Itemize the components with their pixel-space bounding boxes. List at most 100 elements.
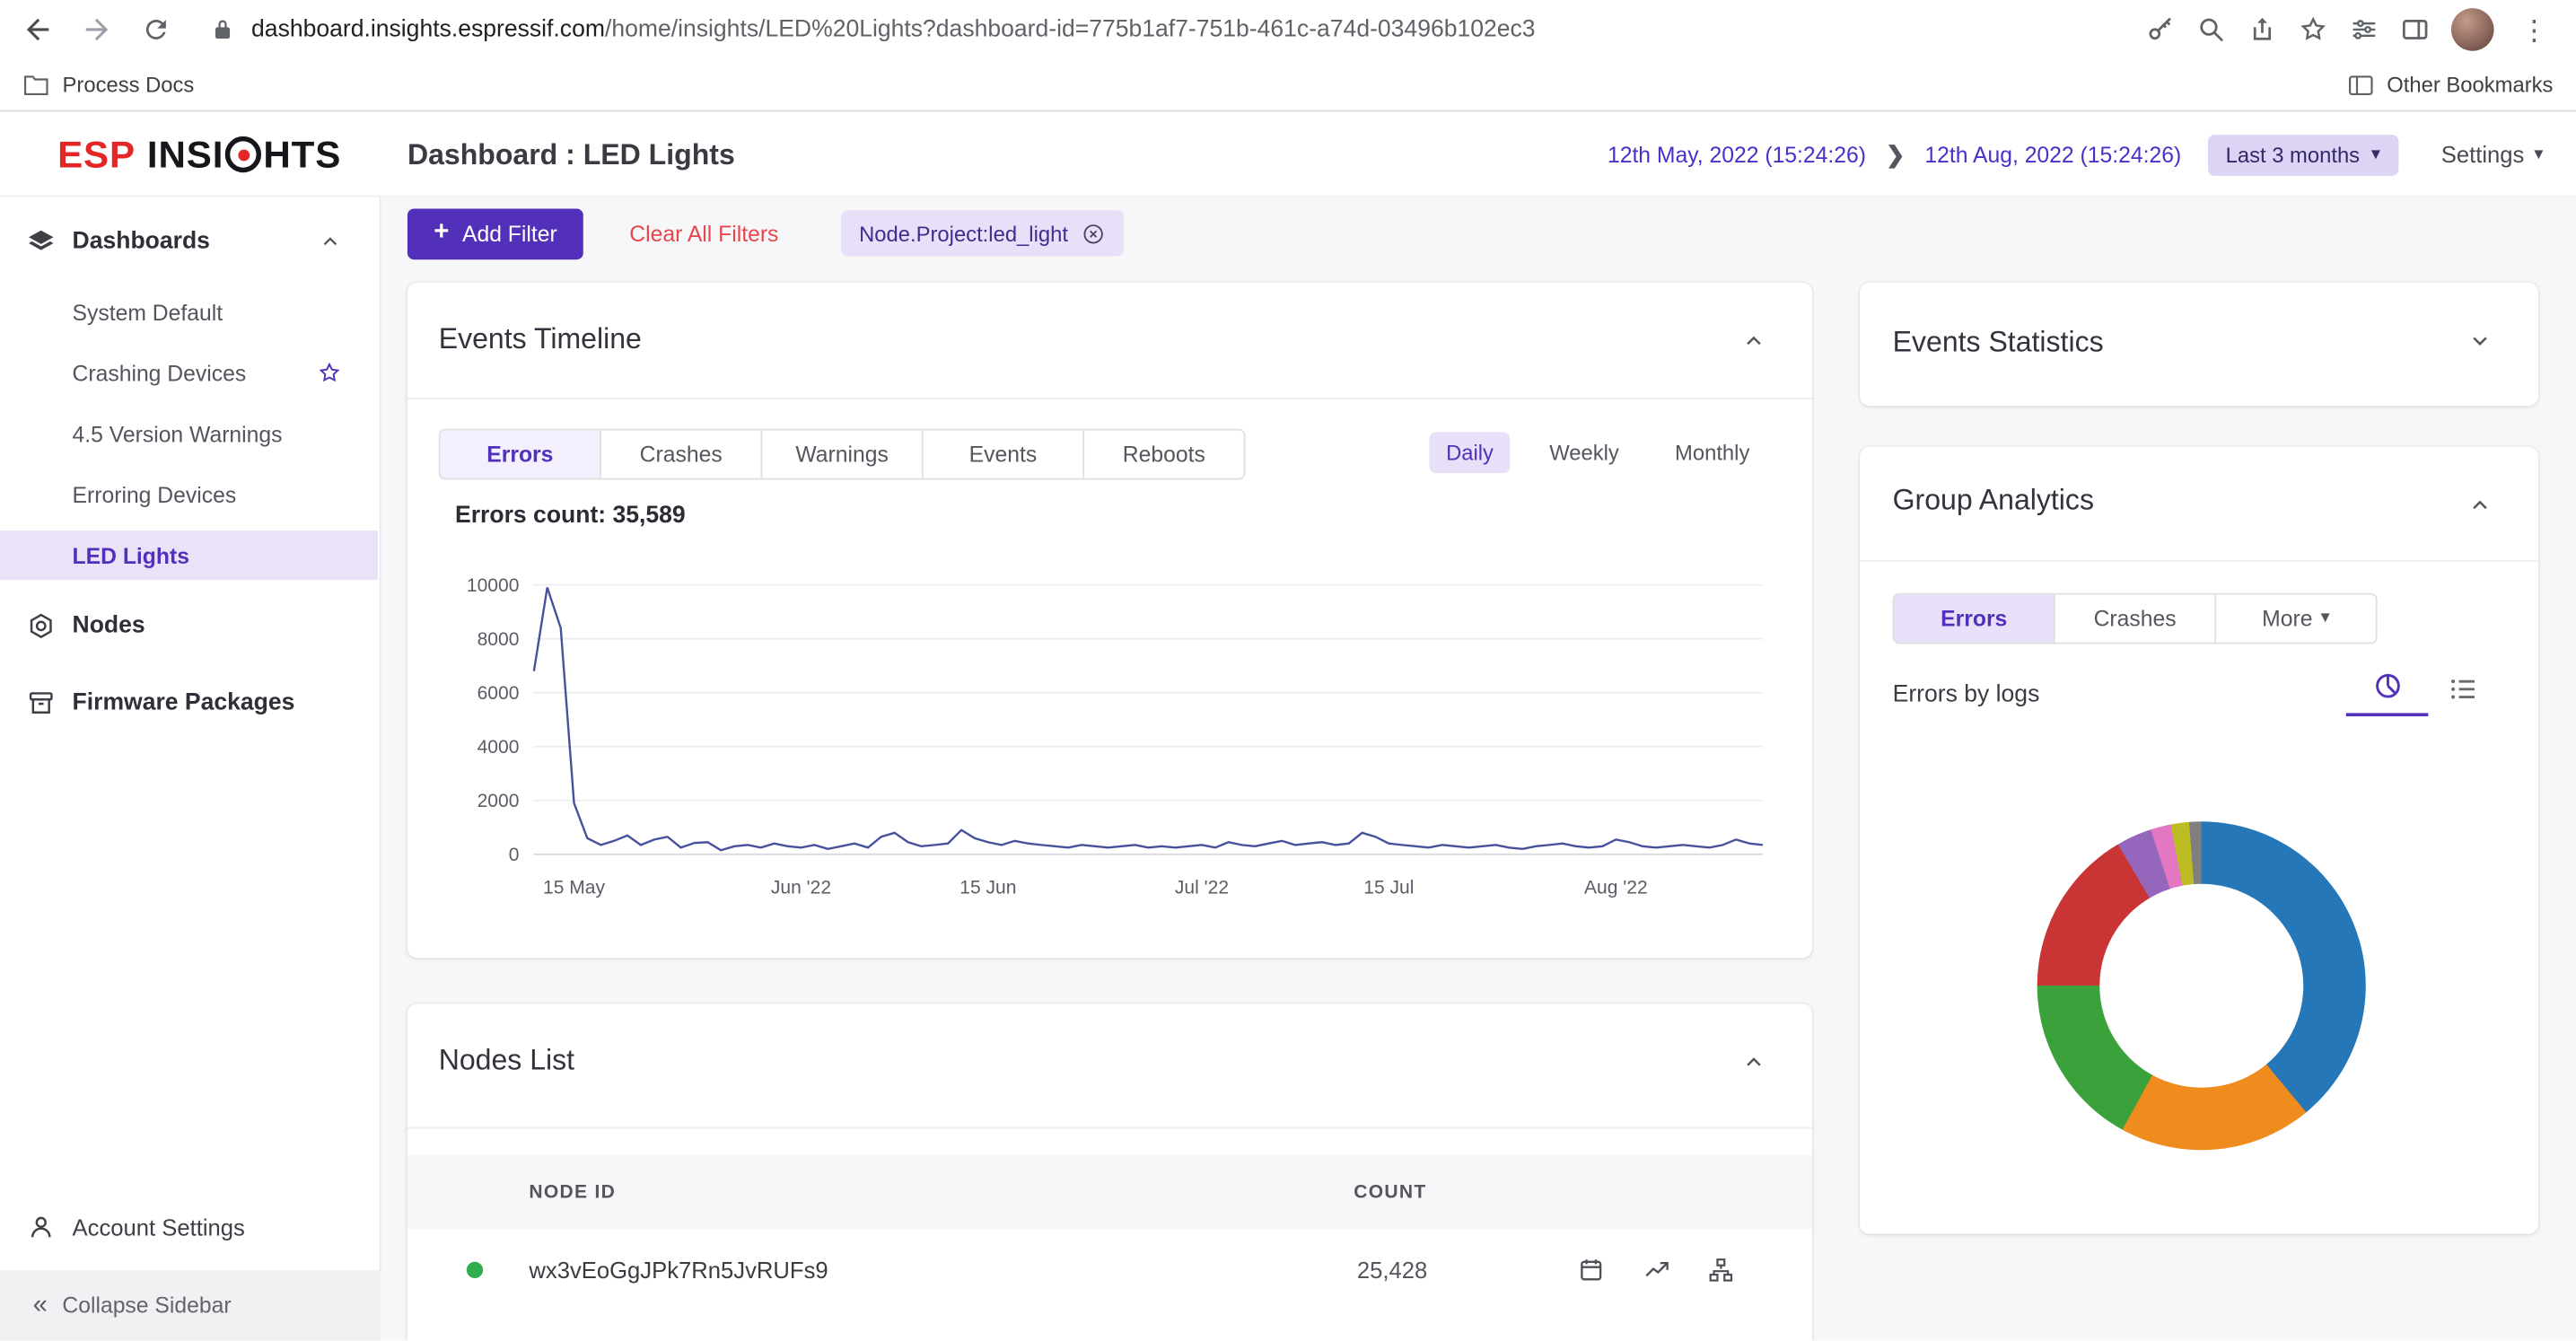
- svg-text:15 May: 15 May: [543, 878, 605, 898]
- search-icon[interactable]: [2196, 14, 2226, 44]
- key-icon[interactable]: [2146, 14, 2176, 44]
- period-weekly[interactable]: Weekly: [1533, 432, 1635, 473]
- settings-label: Settings: [2441, 141, 2525, 167]
- collapse-card-icon[interactable]: [1741, 1050, 1766, 1074]
- esp-insights-logo[interactable]: ESPINSIHTS: [57, 111, 341, 197]
- donut-hole: [2099, 884, 2303, 1088]
- logo-insi-text: INSI: [147, 132, 224, 176]
- sidebar-item-label: 4.5 Version Warnings: [73, 421, 283, 445]
- screen: dashboard.insights.espressif.com/home/in…: [0, 0, 2576, 1341]
- svg-text:2000: 2000: [478, 791, 520, 811]
- sidebar-item-erroring-devices[interactable]: Erroring Devices: [0, 469, 378, 519]
- expand-card-icon[interactable]: [2467, 329, 2492, 353]
- errors-by-logs-label: Errors by logs: [1893, 682, 2040, 708]
- other-bookmarks[interactable]: Other Bookmarks: [2347, 73, 2553, 97]
- date-separator-icon: ❯: [1886, 140, 1905, 168]
- period-monthly[interactable]: Monthly: [1659, 432, 1766, 473]
- clear-all-filters-button[interactable]: Clear All Filters: [629, 221, 778, 245]
- bookmark-star-icon[interactable]: [2299, 14, 2328, 44]
- events-statistics-card: Events Statistics: [1860, 283, 2538, 406]
- app-header: ESPINSIHTS Dashboard : LED Lights 12th M…: [0, 111, 2576, 197]
- sidebar-item-firmware-packages[interactable]: Firmware Packages: [0, 679, 378, 728]
- node-id-value[interactable]: wx3vEoGgJPk7Rn5JvRUFs9: [529, 1257, 828, 1283]
- svg-text:15 Jul: 15 Jul: [1363, 878, 1414, 898]
- column-node-id: NODE ID: [529, 1182, 616, 1202]
- group-analytics-tabs: Errors Crashes More ▾: [1893, 593, 2378, 644]
- sitemap-icon[interactable]: [1707, 1256, 1735, 1284]
- reload-button[interactable]: [131, 4, 180, 54]
- sidebar-item-system-default[interactable]: System Default: [0, 287, 378, 337]
- table-row[interactable]: wx3vEoGgJPk7Rn5JvRUFs9 25,428: [407, 1229, 1812, 1311]
- sidebar-item-label: Crashing Devices: [73, 361, 247, 385]
- errors-timeline-chart: 020004000600080001000015 MayJun '2215 Ju…: [449, 575, 1763, 904]
- tab-events[interactable]: Events: [922, 431, 1082, 478]
- tab-crashes[interactable]: Crashes: [600, 431, 760, 478]
- plus-icon: +: [434, 220, 449, 246]
- svg-text:0: 0: [509, 845, 520, 865]
- browser-menu-icon[interactable]: ⋮: [2515, 15, 2553, 43]
- forward-button[interactable]: [73, 4, 122, 54]
- tab-crashes[interactable]: Crashes: [2054, 595, 2214, 643]
- bookmarks-bar: Process Docs Other Bookmarks: [0, 59, 2576, 112]
- group-analytics-title: Group Analytics: [1893, 483, 2094, 517]
- pie-chart-icon: [2371, 670, 2403, 702]
- tab-errors[interactable]: Errors: [441, 431, 600, 478]
- nodes-list-card: Nodes List NODE ID COUNT wx3vEoGgJPk7Rn5…: [407, 1004, 1812, 1340]
- sidebar-item-45-version-warnings[interactable]: 4.5 Version Warnings: [0, 409, 378, 459]
- add-filter-button[interactable]: + Add Filter: [407, 208, 583, 259]
- bookmark-folder[interactable]: Process Docs: [23, 73, 195, 97]
- trend-icon[interactable]: [1643, 1256, 1670, 1284]
- favorite-star-icon[interactable]: [317, 361, 341, 385]
- other-bookmarks-icon: [2347, 73, 2373, 96]
- period-daily[interactable]: Daily: [1430, 432, 1511, 473]
- remove-filter-icon[interactable]: [1082, 221, 1106, 245]
- side-panel-icon[interactable]: [2400, 14, 2430, 44]
- share-icon[interactable]: [2247, 14, 2277, 44]
- event-type-tabs: Errors Crashes Warnings Events Reboots: [439, 429, 1246, 480]
- errors-by-logs-donut[interactable]: [2037, 821, 2366, 1150]
- chevron-up-icon[interactable]: [319, 230, 342, 253]
- tune-icon[interactable]: [2349, 14, 2379, 44]
- count-value: 25,428: [1357, 1257, 1427, 1283]
- events-timeline-title: Events Timeline: [439, 322, 642, 356]
- date-range-start[interactable]: 12th May, 2022 (15:24:26): [1608, 142, 1866, 166]
- svg-text:4000: 4000: [478, 737, 520, 758]
- sidebar-item-crashing-devices[interactable]: Crashing Devices: [0, 348, 378, 398]
- list-view-toggle[interactable]: [2448, 673, 2479, 705]
- reload-icon: [141, 14, 171, 44]
- group-analytics-card: Group Analytics Errors Crashes More ▾ Er…: [1860, 447, 2538, 1234]
- address-bar[interactable]: dashboard.insights.espressif.com/home/in…: [210, 4, 2129, 54]
- back-button[interactable]: [13, 4, 63, 54]
- filter-chip-node-project[interactable]: Node.Project:led_light: [841, 210, 1124, 256]
- sidebar-item-account-settings[interactable]: Account Settings: [0, 1203, 378, 1252]
- person-icon: [26, 1213, 56, 1242]
- collapse-card-icon[interactable]: [2467, 493, 2492, 517]
- tab-reboots[interactable]: Reboots: [1082, 431, 1243, 478]
- back-arrow-icon: [22, 13, 55, 47]
- pie-view-toggle[interactable]: [2346, 670, 2429, 716]
- sidebar-item-nodes[interactable]: Nodes: [0, 601, 378, 651]
- sidebar-item-led-lights[interactable]: LED Lights: [0, 530, 378, 580]
- chevron-down-icon: ▾: [2534, 145, 2543, 163]
- profile-avatar[interactable]: [2451, 8, 2494, 51]
- collapse-sidebar-button[interactable]: « Collapse Sidebar: [0, 1270, 381, 1341]
- logo-target-icon: [225, 136, 261, 172]
- filter-bar: + Add Filter Clear All Filters Node.Proj…: [407, 207, 1124, 260]
- lock-icon: [210, 17, 234, 41]
- svg-text:Jul '22: Jul '22: [1175, 878, 1229, 898]
- settings-menu[interactable]: Settings ▾: [2441, 141, 2544, 167]
- folder-icon: [23, 73, 49, 96]
- tab-warnings[interactable]: Warnings: [760, 431, 921, 478]
- tab-errors[interactable]: Errors: [1894, 595, 2054, 643]
- add-filter-label: Add Filter: [462, 221, 557, 245]
- sidebar-firmware-label: Firmware Packages: [73, 690, 295, 716]
- sidebar-nodes-label: Nodes: [73, 613, 145, 639]
- time-range-selector[interactable]: Last 3 months ▾: [2207, 134, 2398, 175]
- collapse-card-icon[interactable]: [1741, 329, 1766, 353]
- layers-icon: [26, 227, 56, 257]
- tab-more[interactable]: More ▾: [2214, 595, 2375, 643]
- events-statistics-title: Events Statistics: [1893, 325, 2104, 359]
- sidebar-section-dashboards[interactable]: Dashboards: [0, 217, 378, 267]
- date-range-end[interactable]: 12th Aug, 2022 (15:24:26): [1924, 142, 2181, 166]
- calendar-icon[interactable]: [1577, 1256, 1605, 1284]
